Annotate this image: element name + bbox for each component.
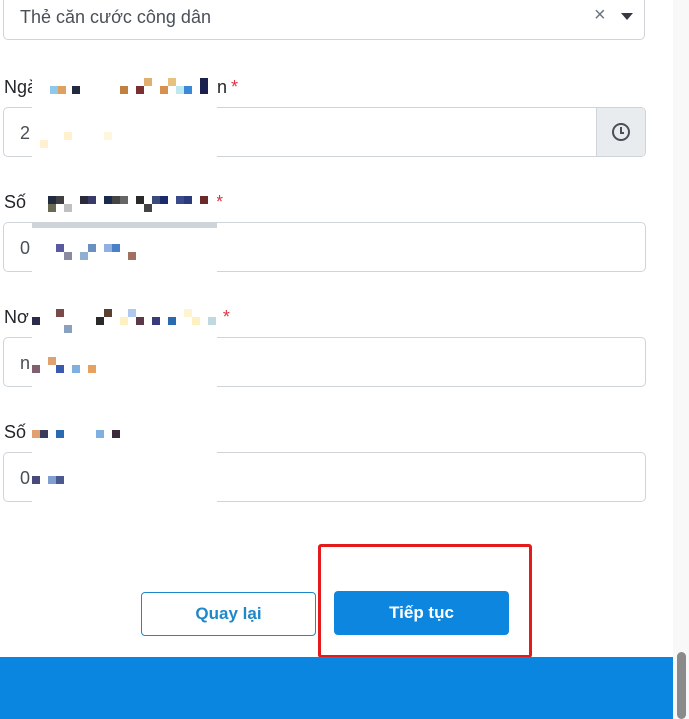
redacted-region (32, 305, 217, 387)
field-label-text: Số (4, 192, 27, 212)
field-label-tail: n (217, 77, 228, 97)
issue-place-value: n (20, 353, 31, 373)
chevron-down-icon[interactable] (621, 13, 633, 20)
field-label-text: Nơ (4, 307, 29, 327)
required-marker: * (216, 192, 224, 212)
required-marker: * (231, 77, 239, 97)
document-type-select[interactable]: Thẻ căn cước công dân × (3, 0, 645, 40)
scrollbar[interactable] (673, 0, 689, 719)
id-number-value: 0 (20, 238, 31, 258)
redacted-region (32, 420, 217, 502)
field-label-extra: Số (4, 422, 26, 443)
clock-icon (612, 123, 630, 141)
redacted-region (32, 74, 217, 162)
scrollbar-thumb[interactable] (677, 652, 686, 719)
redacted-region (32, 190, 217, 274)
date-picker-button[interactable] (596, 108, 645, 156)
extra-value: 0 (20, 468, 31, 488)
document-type-value: Thẻ căn cước công dân (20, 7, 211, 27)
required-marker: * (222, 307, 230, 327)
field-label-text: Số (4, 422, 27, 442)
page-footer (0, 657, 673, 719)
highlight-box (318, 544, 532, 658)
back-button[interactable]: Quay lại (141, 592, 316, 636)
issue-date-value: 2 (20, 123, 31, 143)
clear-icon[interactable]: × (594, 5, 606, 25)
